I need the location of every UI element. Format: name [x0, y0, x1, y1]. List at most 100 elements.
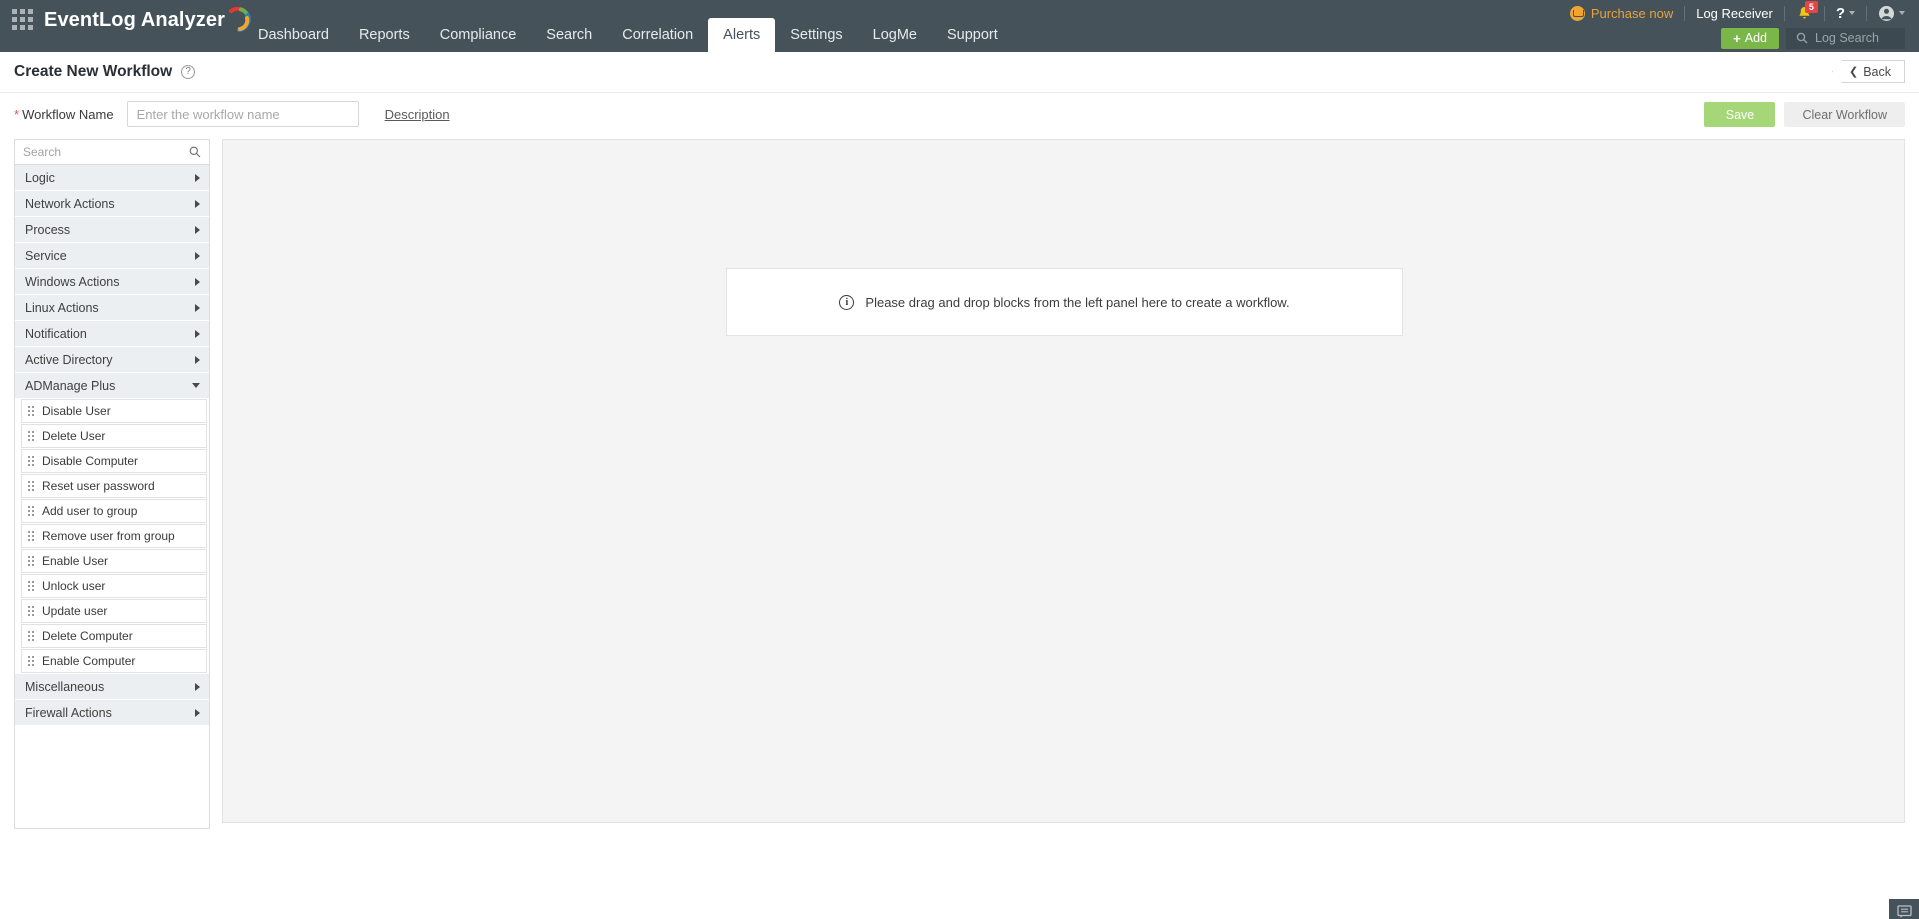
block-label: Delete Computer	[42, 629, 133, 643]
nav-item-compliance[interactable]: Compliance	[425, 18, 532, 52]
category-label: Linux Actions	[25, 301, 99, 315]
chevron-down-icon[interactable]	[1849, 11, 1855, 15]
block-item[interactable]: Reset user password	[21, 474, 207, 498]
category-label: Windows Actions	[25, 275, 119, 289]
drag-handle-icon[interactable]	[28, 631, 34, 641]
workflow-canvas[interactable]: i Please drag and drop blocks from the l…	[222, 139, 1905, 823]
chevron-right-icon	[195, 278, 200, 286]
grid-dot	[28, 17, 33, 22]
help-menu-icon[interactable]: ?	[1836, 5, 1845, 22]
grid-dot	[12, 17, 17, 22]
sidebar-category-logic[interactable]: Logic	[15, 165, 209, 191]
required-marker: *	[14, 108, 19, 121]
divider	[1824, 6, 1825, 21]
workflow-name-input[interactable]	[127, 101, 359, 127]
info-icon: i	[839, 295, 854, 310]
search-icon	[1796, 32, 1808, 44]
block-item[interactable]: Unlock user	[21, 574, 207, 598]
drag-handle-icon[interactable]	[28, 481, 34, 491]
block-item[interactable]: Remove user from group	[21, 524, 207, 548]
drag-handle-icon[interactable]	[28, 406, 34, 416]
category-label: ADManage Plus	[25, 379, 115, 393]
block-label: Disable User	[42, 404, 111, 418]
clear-workflow-button[interactable]: Clear Workflow	[1784, 102, 1905, 127]
block-item[interactable]: Disable Computer	[21, 449, 207, 473]
description-link[interactable]: Description	[385, 107, 450, 122]
notifications-bell-icon[interactable]: 5	[1796, 5, 1813, 22]
sidebar-category-firewall-actions[interactable]: Firewall Actions	[15, 700, 209, 726]
page-title: Create New Workflow	[14, 63, 172, 81]
block-item[interactable]: Enable User	[21, 549, 207, 573]
nav-item-logme[interactable]: LogMe	[858, 18, 932, 52]
block-label: Enable User	[42, 554, 108, 568]
nav-item-settings[interactable]: Settings	[775, 18, 857, 52]
block-item[interactable]: Delete Computer	[21, 624, 207, 648]
nav-item-reports[interactable]: Reports	[344, 18, 425, 52]
log-search-box[interactable]	[1786, 28, 1905, 49]
block-item[interactable]: Disable User	[21, 399, 207, 423]
sidebar-category-service[interactable]: Service	[15, 243, 209, 269]
chevron-right-icon	[195, 304, 200, 312]
sidebar-category-linux-actions[interactable]: Linux Actions	[15, 295, 209, 321]
drag-handle-icon[interactable]	[28, 456, 34, 466]
grid-dot	[20, 25, 25, 30]
sidebar-category-network-actions[interactable]: Network Actions	[15, 191, 209, 217]
chat-bubble-icon	[1897, 905, 1912, 919]
block-label: Unlock user	[42, 579, 105, 593]
drag-handle-icon[interactable]	[28, 606, 34, 616]
drag-handle-icon[interactable]	[28, 556, 34, 566]
nav-item-dashboard[interactable]: Dashboard	[243, 18, 344, 52]
block-item[interactable]: Delete User	[21, 424, 207, 448]
user-avatar-icon[interactable]	[1878, 5, 1895, 22]
category-label: Active Directory	[25, 353, 113, 367]
nav-item-search[interactable]: Search	[531, 18, 607, 52]
grid-dot	[20, 17, 25, 22]
drag-handle-icon[interactable]	[28, 656, 34, 666]
grid-apps-icon[interactable]	[10, 7, 34, 31]
blocks-search-box[interactable]	[15, 140, 209, 165]
save-button[interactable]: Save	[1704, 102, 1775, 127]
brand-name: EventLog Analyzer	[44, 9, 225, 32]
nav-item-correlation[interactable]: Correlation	[607, 18, 708, 52]
grid-dot	[12, 25, 17, 30]
category-label: Network Actions	[25, 197, 115, 211]
block-item[interactable]: Enable Computer	[21, 649, 207, 673]
chevron-right-icon	[195, 200, 200, 208]
chevron-right-icon	[195, 252, 200, 260]
header-actions: + Add	[1721, 26, 1905, 50]
workflow-name-label: Workflow Name	[22, 107, 114, 122]
block-label: Reset user password	[42, 479, 155, 493]
drag-handle-icon[interactable]	[28, 581, 34, 591]
top-header-bar: EventLog Analyzer Dashboard Reports Comp…	[0, 0, 1919, 52]
main-navigation: Dashboard Reports Compliance Search Corr…	[243, 18, 1013, 52]
add-button[interactable]: + Add	[1721, 28, 1779, 49]
category-label: Firewall Actions	[25, 706, 112, 720]
sidebar-category-admanage-plus[interactable]: ADManage Plus	[15, 373, 209, 399]
category-label: Process	[25, 223, 70, 237]
page-help-icon[interactable]: ?	[181, 65, 195, 79]
sidebar-category-miscellaneous[interactable]: Miscellaneous	[15, 674, 209, 700]
chevron-right-icon	[195, 174, 200, 182]
blocks-search-input[interactable]	[23, 145, 189, 159]
block-item[interactable]: Update user	[21, 599, 207, 623]
plus-icon: +	[1733, 32, 1741, 45]
sidebar-category-active-directory[interactable]: Active Directory	[15, 347, 209, 373]
back-button[interactable]: ❮ Back	[1832, 60, 1905, 83]
drag-handle-icon[interactable]	[28, 431, 34, 441]
chevron-down-icon[interactable]	[1899, 11, 1905, 15]
log-receiver-link[interactable]: Log Receiver	[1696, 6, 1773, 21]
block-item[interactable]: Add user to group	[21, 499, 207, 523]
sidebar-category-windows-actions[interactable]: Windows Actions	[15, 269, 209, 295]
brand-logo[interactable]: EventLog Analyzer	[44, 4, 252, 36]
sidebar-category-process[interactable]: Process	[15, 217, 209, 243]
drag-handle-icon[interactable]	[28, 531, 34, 541]
nav-item-support[interactable]: Support	[932, 18, 1013, 52]
log-search-input[interactable]	[1815, 31, 1893, 45]
chat-support-widget[interactable]	[1889, 899, 1919, 919]
divider	[1866, 6, 1867, 21]
drag-handle-icon[interactable]	[28, 506, 34, 516]
purchase-now-link[interactable]: Purchase now	[1570, 6, 1673, 21]
sidebar-category-notification[interactable]: Notification	[15, 321, 209, 347]
block-label: Disable Computer	[42, 454, 138, 468]
nav-item-alerts[interactable]: Alerts	[708, 18, 775, 52]
